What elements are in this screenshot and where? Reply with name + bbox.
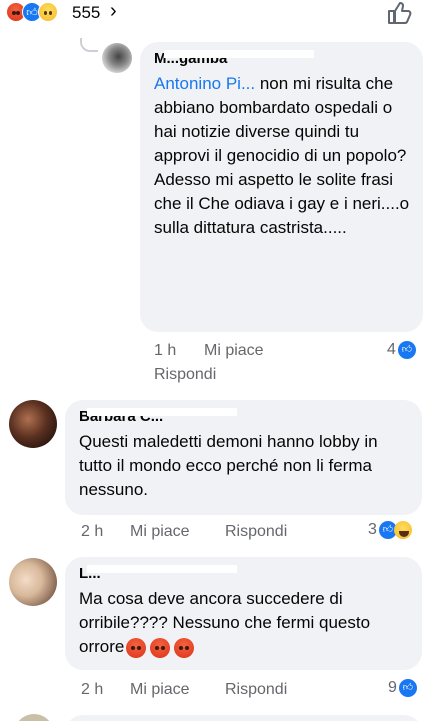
mention-link[interactable]: Antonino Pi... xyxy=(154,74,255,93)
comment-time[interactable]: 1 h xyxy=(154,342,176,360)
like-button-icon[interactable] xyxy=(386,0,412,26)
avatar[interactable] xyxy=(9,558,57,606)
reaction-count[interactable]: 555 xyxy=(72,3,100,23)
reply-button[interactable]: Rispondi xyxy=(225,681,287,699)
reaction-icons: 👍︎ xyxy=(6,2,58,22)
comment-author[interactable]: L... xyxy=(79,565,410,583)
comment-text: Antonino Pi... non mi risulta che abbian… xyxy=(154,74,410,237)
chevron-right-icon[interactable]: › xyxy=(110,0,117,23)
reply-button[interactable]: Rispondi xyxy=(225,523,287,541)
comment-bubble: Barbara C... Questi maledetti demoni han… xyxy=(65,400,422,515)
reply-button[interactable]: Rispondi xyxy=(154,366,216,384)
comment-time[interactable]: 2 h xyxy=(81,523,103,541)
sad-icon xyxy=(38,2,58,22)
reaction-count: 4 xyxy=(387,341,396,358)
comment-text: Questi maledetti demoni hanno lobby in t… xyxy=(79,432,378,499)
comment-reactions[interactable]: 4 👍︎ xyxy=(387,341,416,359)
angry-icon xyxy=(150,637,171,658)
like-icon: 👍︎ xyxy=(397,341,416,359)
comment-bubble: L... Ma cosa deve ancora succedere di or… xyxy=(65,557,422,670)
like-comment-button[interactable]: Mi piace xyxy=(204,342,264,360)
post-reactions-bar[interactable]: 👍︎ 555 › xyxy=(0,0,435,28)
comment-bubble: M...gamba Antonino Pi... non mi risulta … xyxy=(140,42,423,332)
comment-time[interactable]: 2 h xyxy=(81,681,103,699)
angry-icon xyxy=(174,637,195,658)
reaction-count: 3 xyxy=(368,521,377,538)
comment-text: Ma cosa deve ancora succedere di orribil… xyxy=(79,589,371,658)
comment-author[interactable]: M...gamba xyxy=(154,50,411,68)
avatar[interactable] xyxy=(102,43,132,73)
comment-author[interactable]: Barbara C... xyxy=(79,408,410,426)
comment-reactions[interactable]: 3 👍︎ xyxy=(368,521,412,539)
like-comment-button[interactable]: Mi piace xyxy=(130,681,190,699)
avatar xyxy=(14,714,54,721)
thread-line xyxy=(80,38,98,52)
comment-reactions[interactable]: 9 👍︎ xyxy=(388,679,417,697)
avatar[interactable] xyxy=(9,400,57,448)
haha-icon xyxy=(393,521,412,539)
comment-bubble xyxy=(65,715,422,721)
angry-icon xyxy=(126,637,147,658)
like-comment-button[interactable]: Mi piace xyxy=(130,523,190,541)
reaction-count: 9 xyxy=(388,679,397,696)
like-icon: 👍︎ xyxy=(398,679,417,697)
